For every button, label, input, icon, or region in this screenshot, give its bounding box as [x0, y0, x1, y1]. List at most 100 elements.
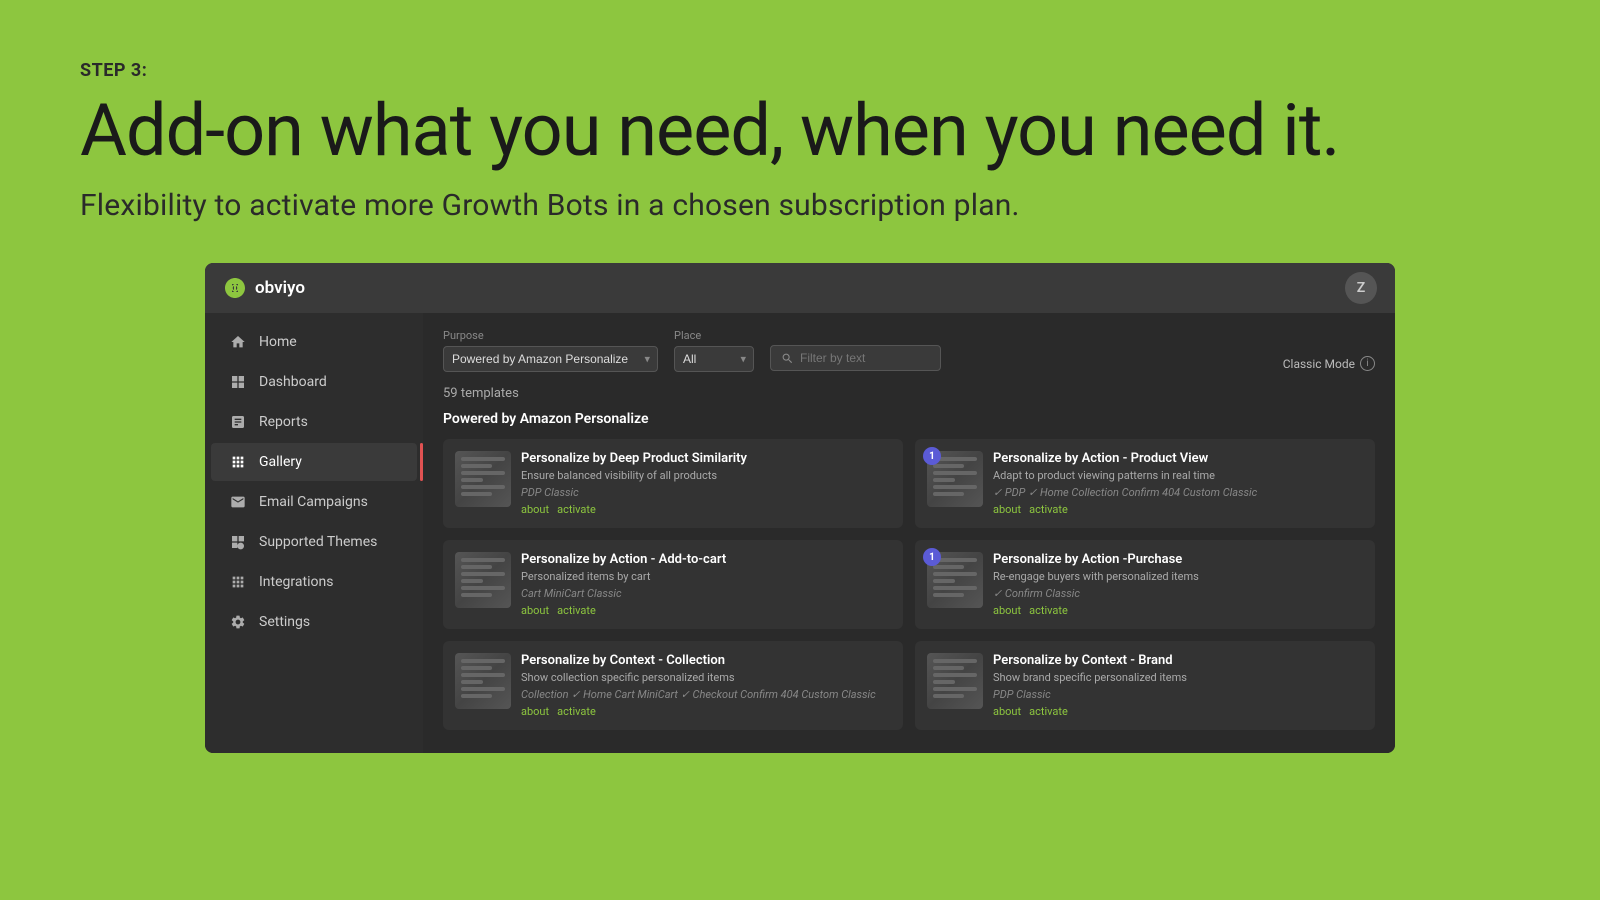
logo-text: obviyo	[255, 278, 305, 298]
activate-link[interactable]: activate	[1029, 503, 1068, 516]
place-label: Place	[674, 329, 754, 342]
sidebar-item-gallery[interactable]: Gallery	[211, 443, 417, 481]
about-link[interactable]: about	[521, 705, 549, 718]
sidebar-item-reports-label: Reports	[259, 414, 308, 430]
template-thumbnail	[455, 451, 511, 507]
template-description: Ensure balanced visibility of all produc…	[521, 469, 891, 482]
template-name: Personalize by Context - Brand	[993, 653, 1363, 668]
template-info: Personalize by Action - Product View Ada…	[993, 451, 1363, 516]
main-content: Purpose Powered by Amazon Personalize Pl…	[423, 313, 1395, 753]
sidebar-item-settings[interactable]: Settings	[211, 603, 417, 641]
search-input[interactable]	[800, 351, 930, 365]
template-card[interactable]: Personalize by Context - Brand Show bran…	[915, 641, 1375, 730]
template-name: Personalize by Context - Collection	[521, 653, 891, 668]
template-info: Personalize by Action - Add-to-cart Pers…	[521, 552, 891, 617]
reports-icon	[229, 413, 247, 431]
template-thumbnail	[927, 653, 983, 709]
sidebar-item-supported-themes[interactable]: Supported Themes	[211, 523, 417, 561]
sidebar-item-home[interactable]: Home	[211, 323, 417, 361]
integrations-icon	[229, 573, 247, 591]
template-info: Personalize by Action -Purchase Re-engag…	[993, 552, 1363, 617]
templates-count: 59 templates	[443, 386, 1375, 401]
sidebar-item-dashboard[interactable]: Dashboard	[211, 363, 417, 401]
about-link[interactable]: about	[993, 604, 1021, 617]
gallery-icon	[229, 453, 247, 471]
about-link[interactable]: about	[993, 503, 1021, 516]
template-actions: about activate	[521, 503, 891, 516]
template-name: Personalize by Deep Product Similarity	[521, 451, 891, 466]
template-thumbnail	[455, 552, 511, 608]
template-card[interactable]: Personalize by Deep Product Similarity E…	[443, 439, 903, 528]
search-icon	[781, 352, 794, 365]
settings-icon	[229, 613, 247, 631]
about-link[interactable]: about	[993, 705, 1021, 718]
template-tags: Collection ✓ Home Cart MiniCart ✓ Checko…	[521, 688, 891, 701]
user-avatar[interactable]: Z	[1345, 272, 1377, 304]
sidebar-item-dashboard-label: Dashboard	[259, 374, 327, 390]
template-tags: Cart MiniCart Classic	[521, 587, 891, 600]
place-filter-group: Place All	[674, 329, 754, 372]
template-tags: ✓ PDP ✓ Home Collection Confirm 404 Cust…	[993, 486, 1363, 499]
classic-mode-label: Classic Mode	[1283, 357, 1355, 371]
activate-link[interactable]: activate	[1029, 705, 1068, 718]
sub-heading: Flexibility to activate more Growth Bots…	[80, 188, 1520, 223]
themes-icon	[229, 533, 247, 551]
sidebar-item-supported-themes-label: Supported Themes	[259, 534, 377, 550]
template-card[interactable]: Personalize by Context - Collection Show…	[443, 641, 903, 730]
template-name: Personalize by Action -Purchase	[993, 552, 1363, 567]
template-info: Personalize by Context - Brand Show bran…	[993, 653, 1363, 718]
sidebar-item-gallery-label: Gallery	[259, 454, 302, 470]
purpose-select[interactable]: Powered by Amazon Personalize	[443, 346, 658, 372]
template-info: Personalize by Context - Collection Show…	[521, 653, 891, 718]
purpose-select-wrapper: Powered by Amazon Personalize	[443, 346, 658, 372]
template-card[interactable]: 1 Personalize by Action -Purchase Re-eng…	[915, 540, 1375, 629]
section-header: Powered by Amazon Personalize	[443, 411, 1375, 427]
main-heading: Add-on what you need, when you need it.	[80, 91, 1520, 170]
info-icon: i	[1360, 356, 1375, 371]
template-info: Personalize by Deep Product Similarity E…	[521, 451, 891, 516]
template-actions: about activate	[521, 705, 891, 718]
place-select[interactable]: All	[674, 346, 754, 372]
sidebar-item-reports[interactable]: Reports	[211, 403, 417, 441]
step-label: STEP 3:	[80, 60, 1520, 81]
purpose-filter-group: Purpose Powered by Amazon Personalize	[443, 329, 658, 372]
place-select-wrapper: All	[674, 346, 754, 372]
template-tags: PDP Classic	[521, 486, 891, 499]
template-card[interactable]: 1 Personalize by Action - Product View A…	[915, 439, 1375, 528]
home-icon	[229, 333, 247, 351]
template-actions: about activate	[993, 705, 1363, 718]
sidebar-item-email-campaigns[interactable]: Email Campaigns	[211, 483, 417, 521]
logo-area: obviyo	[223, 276, 305, 300]
activate-link[interactable]: activate	[557, 705, 596, 718]
template-description: Re-engage buyers with personalized items	[993, 570, 1363, 583]
sidebar-item-integrations-label: Integrations	[259, 574, 333, 590]
sidebar-item-home-label: Home	[259, 334, 297, 350]
purpose-label: Purpose	[443, 329, 658, 342]
dashboard-icon	[229, 373, 247, 391]
activate-link[interactable]: activate	[1029, 604, 1068, 617]
sidebar: Home Dashboard	[205, 313, 423, 753]
sidebar-item-email-campaigns-label: Email Campaigns	[259, 494, 368, 510]
template-description: Show brand specific personalized items	[993, 671, 1363, 684]
outer-content: STEP 3: Add-on what you need, when you n…	[0, 0, 1600, 753]
search-box[interactable]	[770, 345, 941, 371]
app-body: Home Dashboard	[205, 313, 1395, 753]
template-card[interactable]: Personalize by Action - Add-to-cart Pers…	[443, 540, 903, 629]
template-tags: PDP Classic	[993, 688, 1363, 701]
about-link[interactable]: about	[521, 604, 549, 617]
templates-grid: Personalize by Deep Product Similarity E…	[443, 439, 1375, 730]
app-window: obviyo Z Home	[205, 263, 1395, 753]
template-actions: about activate	[993, 604, 1363, 617]
classic-mode-button[interactable]: Classic Mode i	[1283, 356, 1375, 371]
template-name: Personalize by Action - Product View	[993, 451, 1363, 466]
template-description: Show collection specific personalized it…	[521, 671, 891, 684]
template-thumbnail	[455, 653, 511, 709]
activate-link[interactable]: activate	[557, 604, 596, 617]
logo-icon	[223, 276, 247, 300]
about-link[interactable]: about	[521, 503, 549, 516]
sidebar-item-integrations[interactable]: Integrations	[211, 563, 417, 601]
template-name: Personalize by Action - Add-to-cart	[521, 552, 891, 567]
template-description: Adapt to product viewing patterns in rea…	[993, 469, 1363, 482]
activate-link[interactable]: activate	[557, 503, 596, 516]
template-actions: about activate	[993, 503, 1363, 516]
